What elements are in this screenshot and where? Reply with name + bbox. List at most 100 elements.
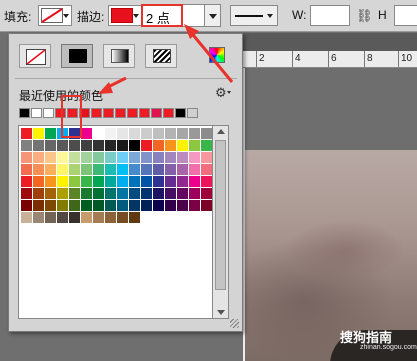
color-swatch[interactable] xyxy=(21,152,32,163)
color-swatch[interactable] xyxy=(141,188,152,199)
recent-color-swatch[interactable] xyxy=(163,108,174,118)
color-swatch[interactable] xyxy=(177,188,188,199)
color-swatch[interactable] xyxy=(93,176,104,187)
color-swatch[interactable] xyxy=(153,164,164,175)
color-swatch[interactable] xyxy=(201,152,212,163)
color-swatch[interactable] xyxy=(69,140,80,151)
stroke-size-dropdown[interactable] xyxy=(205,4,221,27)
color-swatch[interactable] xyxy=(117,188,128,199)
color-swatch[interactable] xyxy=(33,152,44,163)
color-swatch[interactable] xyxy=(69,152,80,163)
color-swatch[interactable] xyxy=(69,212,80,223)
color-swatch[interactable] xyxy=(129,128,140,139)
color-swatch[interactable] xyxy=(45,128,56,139)
color-swatch[interactable] xyxy=(57,164,68,175)
color-swatch[interactable] xyxy=(153,152,164,163)
scroll-up-arrow-icon[interactable] xyxy=(217,129,225,134)
color-swatch[interactable] xyxy=(177,140,188,151)
color-swatch[interactable] xyxy=(93,212,104,223)
color-swatch[interactable] xyxy=(45,152,56,163)
color-swatch[interactable] xyxy=(177,128,188,139)
color-swatch[interactable] xyxy=(93,152,104,163)
color-swatch[interactable] xyxy=(81,164,92,175)
color-swatch[interactable] xyxy=(33,212,44,223)
color-swatch[interactable] xyxy=(201,188,212,199)
color-swatch[interactable] xyxy=(105,188,116,199)
color-swatch[interactable] xyxy=(129,200,140,211)
link-icon[interactable]: ⛓ xyxy=(356,8,373,24)
color-swatch[interactable] xyxy=(141,164,152,175)
color-swatch[interactable] xyxy=(189,128,200,139)
color-swatch[interactable] xyxy=(165,128,176,139)
color-picker-icon[interactable] xyxy=(209,47,225,63)
color-swatch[interactable] xyxy=(81,140,92,151)
color-swatch[interactable] xyxy=(117,152,128,163)
color-swatch[interactable] xyxy=(21,164,32,175)
type-solid-color-button[interactable] xyxy=(61,44,93,68)
color-swatch[interactable] xyxy=(201,140,212,151)
color-swatch[interactable] xyxy=(81,188,92,199)
color-swatch[interactable] xyxy=(153,200,164,211)
height-input[interactable] xyxy=(394,5,417,26)
color-swatch[interactable] xyxy=(177,164,188,175)
color-swatch[interactable] xyxy=(21,176,32,187)
recent-color-swatch[interactable] xyxy=(19,108,30,118)
color-swatch[interactable] xyxy=(21,140,32,151)
color-swatch[interactable] xyxy=(117,176,128,187)
color-swatch[interactable] xyxy=(45,176,56,187)
scroll-down-arrow-icon[interactable] xyxy=(217,310,225,315)
color-swatch[interactable] xyxy=(81,212,92,223)
type-pattern-button[interactable] xyxy=(145,44,177,68)
recent-color-swatch[interactable] xyxy=(151,108,162,118)
type-gradient-button[interactable] xyxy=(103,44,135,68)
color-swatch[interactable] xyxy=(141,176,152,187)
color-swatch[interactable] xyxy=(117,200,128,211)
color-swatch[interactable] xyxy=(57,212,68,223)
color-swatch[interactable] xyxy=(57,176,68,187)
color-swatch[interactable] xyxy=(81,152,92,163)
color-swatch[interactable] xyxy=(33,128,44,139)
color-swatch[interactable] xyxy=(141,140,152,151)
color-swatch[interactable] xyxy=(45,200,56,211)
color-swatch[interactable] xyxy=(141,128,152,139)
color-swatch[interactable] xyxy=(21,200,32,211)
color-swatch[interactable] xyxy=(105,140,116,151)
width-input[interactable] xyxy=(310,5,350,26)
color-swatch[interactable] xyxy=(105,176,116,187)
color-swatch[interactable] xyxy=(165,164,176,175)
recent-color-swatch[interactable] xyxy=(175,108,186,118)
color-swatch[interactable] xyxy=(153,128,164,139)
color-swatch[interactable] xyxy=(69,200,80,211)
color-swatch[interactable] xyxy=(69,188,80,199)
color-swatch[interactable] xyxy=(105,152,116,163)
color-swatch[interactable] xyxy=(189,188,200,199)
recent-color-swatch[interactable] xyxy=(115,108,126,118)
color-swatch[interactable] xyxy=(129,176,140,187)
color-swatch[interactable] xyxy=(201,164,212,175)
color-swatch[interactable] xyxy=(93,188,104,199)
color-swatch[interactable] xyxy=(141,200,152,211)
color-swatch[interactable] xyxy=(141,152,152,163)
stroke-swatch-button[interactable] xyxy=(108,5,142,26)
color-swatch[interactable] xyxy=(21,188,32,199)
color-swatch[interactable] xyxy=(93,200,104,211)
recent-color-swatch[interactable] xyxy=(187,108,198,118)
color-swatch[interactable] xyxy=(69,164,80,175)
color-swatch[interactable] xyxy=(45,164,56,175)
color-swatch[interactable] xyxy=(117,212,128,223)
color-swatch[interactable] xyxy=(201,200,212,211)
color-swatch[interactable] xyxy=(57,188,68,199)
recent-color-swatch[interactable] xyxy=(127,108,138,118)
color-swatch[interactable] xyxy=(105,200,116,211)
resize-grip-icon[interactable] xyxy=(230,319,239,328)
color-swatch[interactable] xyxy=(165,176,176,187)
color-swatch[interactable] xyxy=(165,152,176,163)
color-swatch[interactable] xyxy=(105,128,116,139)
color-swatch[interactable] xyxy=(117,128,128,139)
color-swatch[interactable] xyxy=(45,188,56,199)
color-swatch[interactable] xyxy=(189,164,200,175)
gear-icon[interactable]: ⚙ xyxy=(215,85,227,101)
color-swatch[interactable] xyxy=(57,200,68,211)
color-swatch[interactable] xyxy=(177,176,188,187)
color-swatch[interactable] xyxy=(129,152,140,163)
